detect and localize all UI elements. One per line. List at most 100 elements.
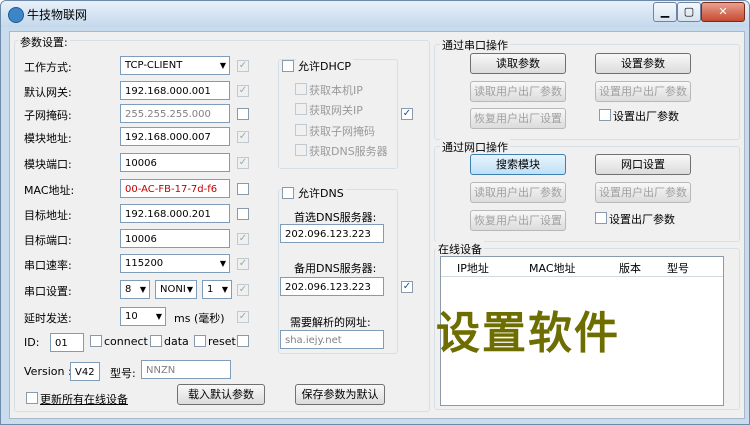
baud-rate-value: 115200 <box>125 258 164 269</box>
get-gateway-ip-label: 获取网关IP <box>309 104 363 117</box>
connect-label: connect <box>104 335 148 348</box>
chevron-down-icon: ▼ <box>186 285 193 294</box>
module-port-checkbox[interactable]: ✓ <box>237 157 249 169</box>
dhcp-apply-checkbox[interactable]: ✓ <box>401 108 413 120</box>
net-set-factory-checkbox[interactable] <box>595 212 607 224</box>
baud-rate-select[interactable]: 115200 ▼ <box>120 254 230 273</box>
reset-label: reset <box>208 335 236 348</box>
serial-set-user-button[interactable]: 设置用户出厂参数 <box>595 81 691 102</box>
flags-checkbox[interactable] <box>237 335 249 347</box>
resolve-url-input[interactable]: sha.iejy.net <box>280 330 384 349</box>
app-window: 牛技物联网 ▁ ▢ ✕ 参数设置: 工作方式: TCP-CLIENT ▼ ✓ 默认… <box>0 0 750 425</box>
get-local-ip-checkbox[interactable] <box>295 83 307 95</box>
module-address-input[interactable]: 192.168.000.007 <box>120 127 230 146</box>
list-header-divider <box>441 276 723 277</box>
gateway-input[interactable]: 192.168.000.001 <box>120 81 230 100</box>
allow-dns-checkbox[interactable] <box>282 187 294 199</box>
work-mode-label: 工作方式: <box>24 61 72 74</box>
target-port-input[interactable]: 10006 <box>120 229 230 248</box>
column-mac-address[interactable]: MAC地址 <box>529 260 576 276</box>
parity-select[interactable]: NONI ▼ <box>155 280 197 299</box>
version-label: Version : <box>24 365 72 378</box>
serial-settings-label: 串口设置: <box>24 285 72 298</box>
serial-restore-user-button[interactable]: 恢复用户出厂设置 <box>470 108 566 129</box>
net-read-user-button[interactable]: 读取用户出厂参数 <box>470 182 566 203</box>
module-address-label: 模块地址: <box>24 132 72 145</box>
serial-read-user-button[interactable]: 读取用户出厂参数 <box>470 81 566 102</box>
main-panel: 参数设置: 工作方式: TCP-CLIENT ▼ ✓ 默认网关: 192.168.… <box>9 31 745 419</box>
data-checkbox[interactable] <box>150 335 162 347</box>
save-default-button[interactable]: 保存参数为默认 <box>295 384 385 405</box>
column-version[interactable]: 版本 <box>619 260 641 276</box>
net-settings-button[interactable]: 网口设置 <box>595 154 691 175</box>
backup-dns-input[interactable]: 202.096.123.223 <box>280 277 384 296</box>
read-params-button[interactable]: 读取参数 <box>470 53 566 74</box>
model-input[interactable]: NNZN <box>141 360 231 379</box>
get-local-ip-label: 获取本机IP <box>309 84 363 97</box>
target-address-checkbox[interactable] <box>237 208 249 220</box>
serial-set-factory-label: 设置出厂参数 <box>613 110 679 123</box>
primary-dns-input[interactable]: 202.096.123.223 <box>280 224 384 243</box>
get-gateway-ip-checkbox[interactable] <box>295 103 307 115</box>
mac-address-checkbox[interactable] <box>237 183 249 195</box>
column-ip-address[interactable]: IP地址 <box>457 260 489 276</box>
baud-rate-checkbox[interactable]: ✓ <box>237 258 249 270</box>
stop-bits-select[interactable]: 1 ▼ <box>202 280 232 299</box>
data-bits-value: 8 <box>125 284 132 295</box>
net-set-user-button[interactable]: 设置用户出厂参数 <box>595 182 691 203</box>
connect-checkbox[interactable] <box>90 335 102 347</box>
close-button[interactable]: ✕ <box>701 2 745 22</box>
id-input[interactable]: 01 <box>50 333 84 352</box>
mac-address-input[interactable]: 00-AC-FB-17-7d-f6 <box>120 179 230 198</box>
app-logo-icon <box>8 7 24 23</box>
chevron-down-icon: ▼ <box>221 285 228 294</box>
serial-ops-title: 通过串口操作 <box>440 37 510 53</box>
update-all-checkbox[interactable] <box>26 392 38 404</box>
minimize-button[interactable]: ▁ <box>653 2 677 22</box>
serial-set-factory-checkbox[interactable] <box>599 109 611 121</box>
stop-bits-value: 1 <box>207 284 214 295</box>
work-mode-checkbox[interactable]: ✓ <box>237 60 249 72</box>
subnet-mask-input[interactable]: 255.255.255.000 <box>120 104 230 123</box>
reset-checkbox[interactable] <box>194 335 206 347</box>
module-port-input[interactable]: 10006 <box>120 153 230 172</box>
column-model[interactable]: 型号 <box>667 260 689 276</box>
online-devices-title: 在线设备 <box>436 241 484 257</box>
allow-dhcp-checkbox[interactable] <box>282 60 294 72</box>
net-restore-user-button[interactable]: 恢复用户出厂设置 <box>470 210 566 231</box>
target-address-label: 目标地址: <box>24 209 72 222</box>
data-label: data <box>164 335 189 348</box>
work-mode-select[interactable]: TCP-CLIENT ▼ <box>120 56 230 75</box>
chevron-down-icon: ▼ <box>155 312 162 321</box>
backup-dns-label: 备用DNS服务器: <box>294 262 377 275</box>
baud-rate-label: 串口速率: <box>24 259 72 272</box>
get-dns-server-checkbox[interactable] <box>295 144 307 156</box>
chevron-down-icon: ▼ <box>219 61 226 70</box>
subnet-mask-label: 子网掩码: <box>24 109 72 122</box>
chevron-down-icon: ▼ <box>139 285 146 294</box>
watermark-text: 设置软件 <box>436 308 620 359</box>
target-address-input[interactable]: 192.168.000.201 <box>120 204 230 223</box>
mac-address-label: MAC地址: <box>24 184 75 197</box>
subnet-mask-checkbox[interactable] <box>237 108 249 120</box>
gateway-checkbox[interactable]: ✓ <box>237 85 249 97</box>
version-value: V42 <box>70 362 100 381</box>
gateway-label: 默认网关: <box>24 86 72 99</box>
send-delay-select[interactable]: 10 ▼ <box>120 307 166 326</box>
get-dns-server-label: 获取DNS服务器 <box>309 145 388 158</box>
data-bits-select[interactable]: 8 ▼ <box>120 280 150 299</box>
module-address-checkbox[interactable]: ✓ <box>237 131 249 143</box>
send-delay-unit: ms (毫秒) <box>174 312 225 325</box>
update-all-label[interactable]: 更新所有在线设备 <box>40 391 128 407</box>
load-default-button[interactable]: 载入默认参数 <box>177 384 265 405</box>
module-port-label: 模块端口: <box>24 158 72 171</box>
set-params-button[interactable]: 设置参数 <box>595 53 691 74</box>
search-module-button[interactable]: 搜索模块 <box>470 154 566 175</box>
maximize-button[interactable]: ▢ <box>677 2 701 22</box>
send-delay-checkbox[interactable]: ✓ <box>237 311 249 323</box>
target-port-checkbox[interactable]: ✓ <box>237 233 249 245</box>
dns-apply-checkbox[interactable]: ✓ <box>401 281 413 293</box>
get-subnet-mask-label: 获取子网掩码 <box>309 125 375 138</box>
get-subnet-mask-checkbox[interactable] <box>295 124 307 136</box>
serial-settings-checkbox[interactable]: ✓ <box>237 284 249 296</box>
